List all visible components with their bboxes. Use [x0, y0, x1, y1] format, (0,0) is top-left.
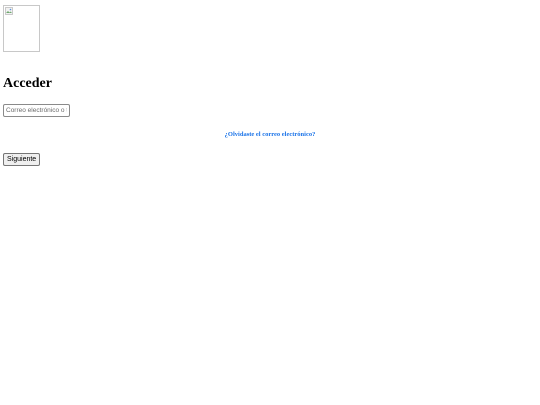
- forgot-email-link[interactable]: ¿Olvidaste el correo electrónico?: [0, 130, 540, 139]
- page-title: Acceder: [3, 76, 52, 91]
- logo-image: [3, 5, 40, 52]
- broken-image-icon: [5, 7, 13, 15]
- email-field[interactable]: [3, 104, 70, 117]
- next-button[interactable]: Siguiente: [3, 153, 41, 166]
